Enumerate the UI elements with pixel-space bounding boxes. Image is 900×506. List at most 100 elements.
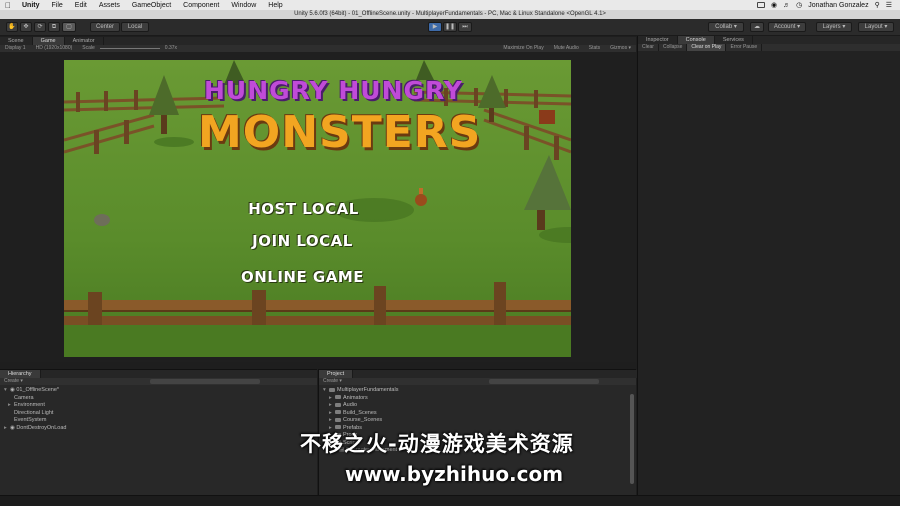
collab-button[interactable]: Collab ▾ <box>708 22 744 32</box>
layers-button[interactable]: Layers ▾ <box>816 22 852 32</box>
hierarchy-item-label: EventSystem <box>14 417 47 423</box>
menu-app-unity[interactable]: Unity <box>16 2 46 9</box>
stats-toggle[interactable]: Stats <box>584 45 605 52</box>
watermark-url: www.byzhihuo.com <box>345 462 564 486</box>
tab-scene[interactable]: Scene <box>0 37 33 45</box>
hierarchy-item-label: Directional Light <box>14 409 54 416</box>
step-icon[interactable]: ⏭ <box>458 22 472 32</box>
pause-icon[interactable]: ❚❚ <box>443 22 457 32</box>
menu-user-name[interactable]: Jonathan Gonzalez <box>808 2 868 9</box>
apple-icon[interactable]:  <box>0 1 16 10</box>
project-item-label: Animators <box>343 394 368 401</box>
folder-icon <box>335 410 341 415</box>
clock-icon[interactable]: ◷ <box>796 1 802 9</box>
battery-icon[interactable] <box>757 2 766 8</box>
rotate-tool-icon[interactable]: ⟳ <box>34 22 46 32</box>
hierarchy-item[interactable]: Camera <box>0 395 317 403</box>
folder-icon <box>335 402 341 407</box>
project-item[interactable]: ▸ Course_Scenes <box>319 417 636 425</box>
layout-button[interactable]: Layout ▾ <box>858 22 894 32</box>
tab-console[interactable]: Console <box>677 36 715 44</box>
project-create-button[interactable]: Create ▾ <box>323 378 342 384</box>
logo-title-line1: HUNGRY HUNGRY <box>204 76 464 105</box>
scale-value: 0.37x <box>164 45 178 51</box>
menu-component[interactable]: Component <box>177 2 225 9</box>
play-icon[interactable]: ▶ <box>428 22 442 32</box>
hierarchy-create-button[interactable]: Create ▾ <box>4 378 23 384</box>
hierarchy-panel: Hierarchy Create ▾ ▾ ◉ 01_OfflineScene* C… <box>0 369 317 495</box>
game-view: HUNGRY HUNGRY MONSTERS HOST LOCAL JOIN L… <box>0 52 636 362</box>
project-item[interactable]: ▸ Animators <box>319 395 636 403</box>
hierarchy-item[interactable]: ▸ ◉ DontDestroyOnLoad <box>0 425 317 433</box>
tab-services[interactable]: Services <box>715 36 753 44</box>
move-tool-icon[interactable]: ✥ <box>20 22 32 32</box>
game-view-toolbar: Display 1 HD (1920x1080) Scale 0.37x Max… <box>0 45 636 52</box>
folder-icon <box>335 417 341 422</box>
tab-inspector[interactable]: Inspector <box>638 36 678 44</box>
cloud-icon[interactable]: ☁ <box>750 22 764 32</box>
project-item-label: Course_Scenes <box>343 417 383 423</box>
tab-hierarchy[interactable]: Hierarchy <box>0 370 41 378</box>
hierarchy-tab-strip: Hierarchy <box>0 370 317 378</box>
online-game-button[interactable]: ONLINE GAME <box>64 268 556 286</box>
project-item[interactable]: ▸ Build_Scenes <box>319 410 636 418</box>
volume-icon[interactable]: ♬ <box>783 2 790 9</box>
hierarchy-item-label: DontDestroyOnLoad <box>16 424 67 431</box>
scale-tool-icon[interactable]: ⧉ <box>48 22 60 32</box>
account-button[interactable]: Account ▾ <box>768 22 806 32</box>
wifi-icon[interactable]: ◉ <box>771 1 777 9</box>
folder-icon <box>329 387 335 392</box>
menu-help[interactable]: Help <box>262 2 288 9</box>
resolution-dropdown[interactable]: HD (1920x1080) <box>31 45 78 52</box>
menu-window[interactable]: Window <box>225 2 262 9</box>
game-viewport[interactable]: HUNGRY HUNGRY MONSTERS HOST LOCAL JOIN L… <box>64 60 571 357</box>
hierarchy-item[interactable]: Directional Light <box>0 410 317 418</box>
list-icon[interactable]: ☰ <box>886 1 892 9</box>
console-collapse-toggle[interactable]: Collapse <box>659 44 688 51</box>
space-local-button[interactable]: Local <box>121 22 149 32</box>
rect-tool-icon[interactable]: ▢ <box>62 22 76 32</box>
hierarchy-item-label: Environment <box>14 402 45 408</box>
join-local-button[interactable]: JOIN LOCAL <box>64 232 556 250</box>
hierarchy-item[interactable]: ▾ ◉ 01_OfflineScene* <box>0 387 317 395</box>
menu-file[interactable]: File <box>46 2 69 9</box>
gizmos-dropdown[interactable]: Gizmos ▾ <box>605 45 636 52</box>
hierarchy-item-label: 01_OfflineScene* <box>16 387 60 393</box>
project-toolbar: Create ▾ <box>319 378 636 385</box>
hierarchy-toolbar: Create ▾ <box>0 378 317 385</box>
console-clear-on-play-toggle[interactable]: Clear on Play <box>687 44 727 51</box>
maximize-on-play-toggle[interactable]: Maximize On Play <box>498 45 548 52</box>
hierarchy-tree: ▾ ◉ 01_OfflineScene* Camera ▸ Environment … <box>0 387 317 432</box>
tab-project[interactable]: Project <box>319 370 354 378</box>
host-local-button[interactable]: HOST LOCAL <box>64 200 557 218</box>
tab-game[interactable]: Game <box>32 37 65 45</box>
display-dropdown[interactable]: Display 1 <box>0 45 31 52</box>
hierarchy-item-label: Camera <box>14 394 34 401</box>
project-item[interactable]: ▾ MultiplayerFundamentals <box>319 387 636 395</box>
hierarchy-item[interactable]: EventSystem <box>0 417 317 425</box>
menu-gameobject[interactable]: GameObject <box>126 2 177 9</box>
hand-tool-icon[interactable]: ✋ <box>6 22 18 32</box>
console-toolbar: Clear Collapse Clear on Play Error Pause <box>638 44 900 51</box>
folder-icon <box>335 395 341 400</box>
scale-slider[interactable] <box>99 48 160 49</box>
hierarchy-search-input[interactable] <box>150 379 260 384</box>
inspector-console-panel: Inspector Console Services Clear Collaps… <box>637 36 900 362</box>
project-item[interactable]: ▸ Audio <box>319 402 636 410</box>
project-scrollbar[interactable] <box>630 394 634 484</box>
hierarchy-item[interactable]: ▸ Environment <box>0 402 317 410</box>
mute-audio-toggle[interactable]: Mute Audio <box>549 45 584 52</box>
menu-edit[interactable]: Edit <box>69 2 93 9</box>
console-clear-button[interactable]: Clear <box>638 44 659 51</box>
mac-menu-bar:  Unity File Edit Assets GameObject Comp… <box>0 0 900 10</box>
console-error-pause-toggle[interactable]: Error Pause <box>726 44 763 51</box>
pivot-center-button[interactable]: Center <box>90 22 120 32</box>
logo-title-line2: MONSTERS <box>198 107 482 158</box>
menu-assets[interactable]: Assets <box>93 2 126 9</box>
project-search-input[interactable] <box>489 379 599 384</box>
spotlight-icon[interactable]: ⚲ <box>875 1 880 9</box>
scale-label: Scale <box>82 45 95 51</box>
tab-animator[interactable]: Animator <box>65 37 104 45</box>
right-tab-strip: Inspector Console Services <box>638 36 900 44</box>
menu-extras: ◉ ♬ ◷ Jonathan Gonzalez ⚲ ☰ <box>757 1 900 9</box>
